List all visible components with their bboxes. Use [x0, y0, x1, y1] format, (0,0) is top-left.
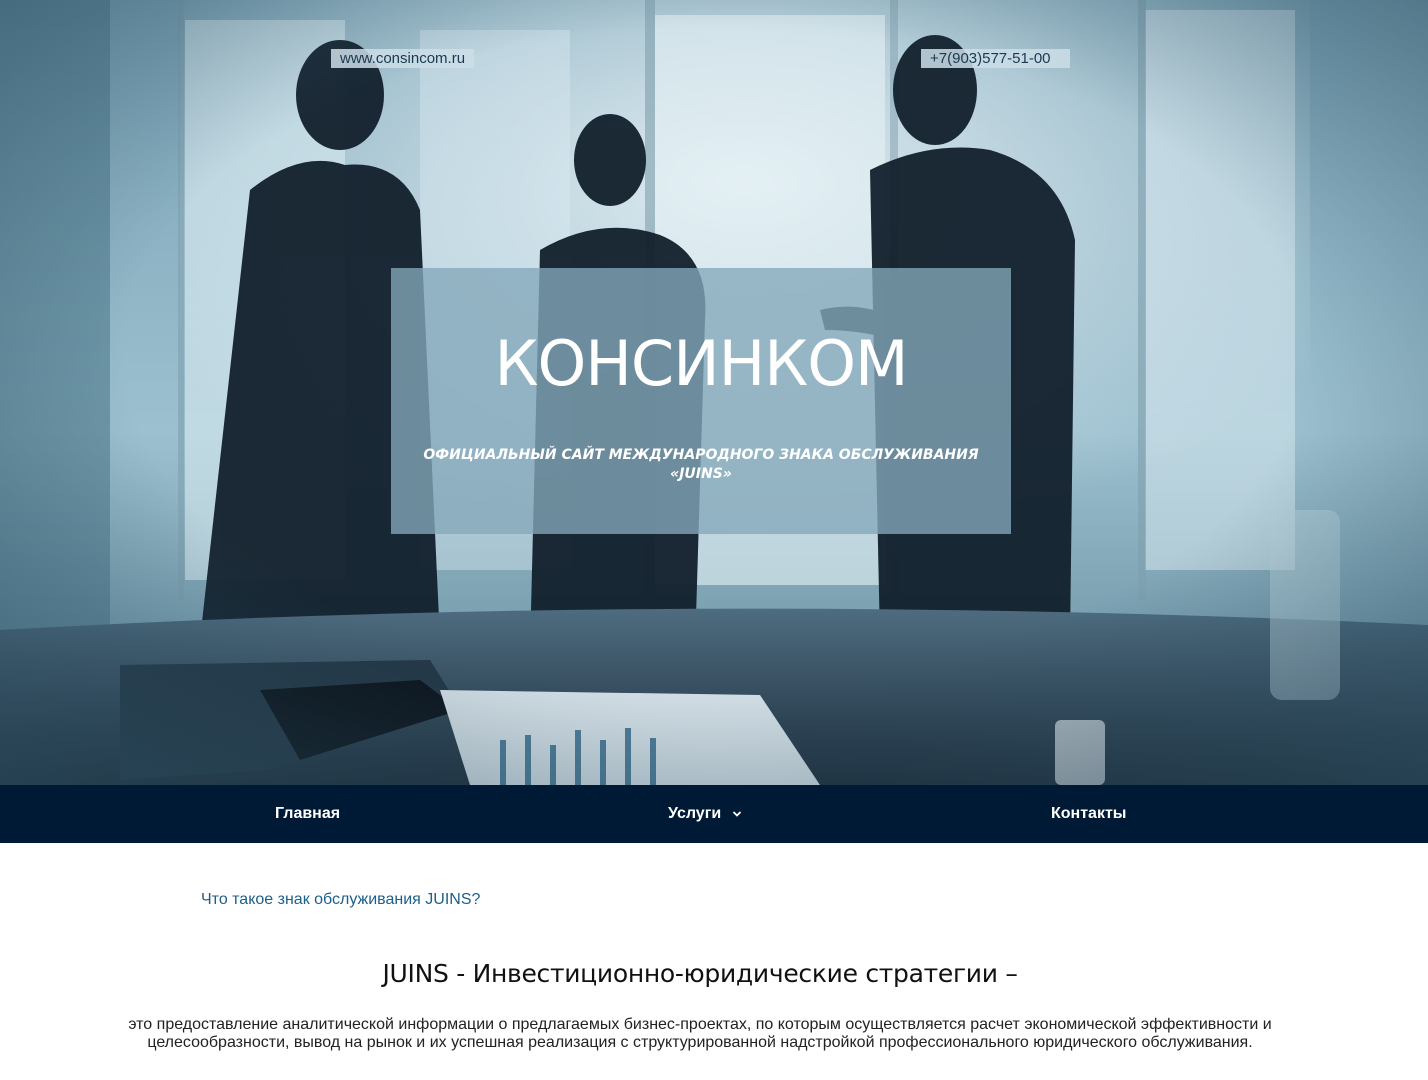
- section-heading: JUINS - Инвестиционно-юридические страте…: [382, 959, 1018, 988]
- main-navigation: Главная Услуги Контакты: [0, 785, 1428, 843]
- hero-title-box: КОНСИНКОМ ОФИЦИАЛЬНЫЙ САЙТ МЕЖДУНАРОДНОГ…: [391, 268, 1011, 534]
- hero-banner: www.consincom.ru +7(903)577-51-00 КОНСИН…: [0, 0, 1428, 785]
- nav-item-home[interactable]: Главная: [275, 785, 340, 843]
- juins-question-link[interactable]: Что такое знак обслуживания JUINS?: [201, 891, 480, 909]
- nav-item-services[interactable]: Услуги: [668, 785, 742, 843]
- section-paragraph: это предоставление аналитической информа…: [128, 1016, 1272, 1051]
- nav-item-label: Главная: [275, 805, 341, 822]
- nav-item-contacts[interactable]: Контакты: [1051, 785, 1126, 843]
- nav-item-label: Услуги: [668, 805, 722, 822]
- website-link[interactable]: www.consincom.ru: [331, 49, 475, 68]
- nav-item-label: Контакты: [1051, 805, 1127, 822]
- brand-title: КОНСИНКОМ: [494, 327, 908, 400]
- chevron-down-icon: [732, 811, 741, 817]
- phone-link[interactable]: +7(903)577-51-00: [921, 49, 1070, 68]
- hero-tagline: ОФИЦИАЛЬНЫЙ САЙТ МЕЖДУНАРОДНОГО ЗНАКА ОБ…: [423, 447, 979, 482]
